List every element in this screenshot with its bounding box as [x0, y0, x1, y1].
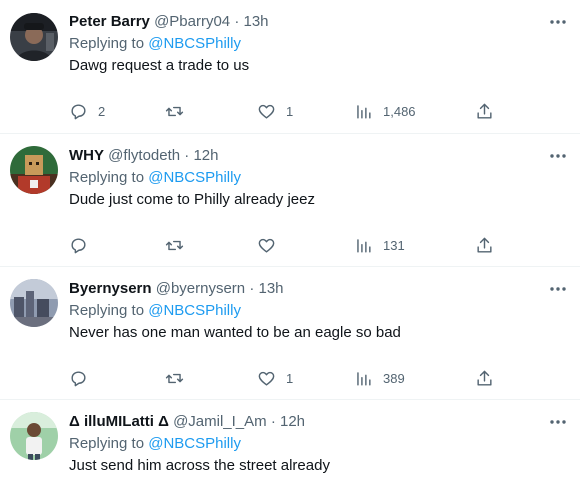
mention-link[interactable]: @NBCSPhilly	[148, 435, 241, 452]
avatar[interactable]	[10, 279, 58, 327]
replying-to-line: Replying to @NBCSPhilly	[69, 34, 241, 54]
user-handle[interactable]: @flytodeth	[108, 147, 180, 164]
mention-link[interactable]: @NBCSPhilly	[148, 35, 241, 52]
tweet-actions: 1 389	[69, 367, 499, 389]
separator-dot: ·	[184, 147, 190, 164]
like-button[interactable]: 1	[257, 367, 293, 389]
timestamp[interactable]: 13h	[259, 280, 284, 297]
reply-tweet[interactable]: WHY @flytodeth · 12h Replying to @NBCSPh…	[0, 134, 580, 267]
retweet-button[interactable]	[165, 234, 194, 256]
tweet-text: Just send him across the street already	[69, 457, 330, 474]
replying-to-label: Replying to	[69, 302, 145, 319]
reply-tweet[interactable]: Peter Barry @Pbarry04 · 13h Replying to …	[0, 0, 580, 134]
like-count: 1	[286, 103, 294, 119]
reply-button[interactable]: 2	[69, 100, 105, 122]
heart-icon	[258, 104, 275, 119]
views-count: 389	[383, 370, 405, 386]
tweet-actions: 2 1 1,486	[69, 100, 499, 122]
retweet-icon	[165, 373, 184, 383]
reply-icon	[71, 370, 86, 386]
timestamp[interactable]: 13h	[244, 13, 269, 30]
reply-button[interactable]	[69, 234, 98, 256]
views-button[interactable]: 389	[354, 367, 405, 389]
tweet-text: Dawg request a trade to us	[69, 57, 250, 74]
tweet-text: Never has one man wanted to be an eagle …	[69, 324, 401, 341]
share-icon	[477, 237, 492, 253]
mention-link[interactable]: @NBCSPhilly	[148, 302, 241, 319]
replying-to-line: Replying to @NBCSPhilly	[69, 301, 241, 321]
mention-link[interactable]: @NBCSPhilly	[148, 169, 241, 186]
avatar[interactable]	[10, 412, 58, 460]
display-name[interactable]: WHY	[69, 147, 104, 164]
tweet-actions: 131	[69, 234, 499, 256]
reply-button[interactable]	[69, 367, 98, 389]
views-button[interactable]: 131	[354, 234, 405, 256]
share-button[interactable]	[475, 100, 494, 122]
more-icon[interactable]	[548, 414, 568, 430]
reply-icon	[71, 237, 86, 253]
like-button[interactable]: 1	[257, 100, 293, 122]
timestamp[interactable]: 12h	[193, 147, 218, 164]
views-icon	[357, 371, 371, 386]
user-handle[interactable]: @Pbarry04	[154, 13, 230, 30]
avatar[interactable]	[10, 13, 58, 61]
views-icon	[357, 104, 371, 119]
reply-icon	[71, 103, 86, 119]
replying-to-line: Replying to @NBCSPhilly	[69, 168, 241, 188]
share-icon	[477, 103, 492, 119]
retweet-icon	[165, 106, 184, 116]
display-name[interactable]: Δ illuMILatti Δ	[69, 413, 169, 430]
user-handle[interactable]: @byernysern	[156, 280, 245, 297]
more-icon[interactable]	[548, 148, 568, 164]
more-icon[interactable]	[548, 14, 568, 30]
retweet-button[interactable]	[165, 100, 194, 122]
replying-to-line: Replying to @NBCSPhilly	[69, 434, 241, 454]
user-handle[interactable]: @Jamil_I_Am	[173, 413, 267, 430]
share-icon	[477, 370, 492, 386]
views-button[interactable]: 1,486	[354, 100, 416, 122]
tweet-header: WHY @flytodeth · 12h	[69, 146, 218, 166]
display-name[interactable]: Byernysern	[69, 280, 152, 297]
share-button[interactable]	[475, 234, 494, 256]
views-icon	[357, 238, 371, 253]
reply-tweet[interactable]: Byernysern @byernysern · 13h Replying to…	[0, 267, 580, 400]
tweet-header: Δ illuMILatti Δ @Jamil_I_Am · 12h	[69, 412, 305, 432]
reply-count: 2	[98, 103, 106, 119]
share-button[interactable]	[475, 367, 494, 389]
separator-dot: ·	[234, 13, 240, 30]
separator-dot: ·	[249, 280, 255, 297]
retweet-icon	[165, 240, 184, 250]
reply-feed: Peter Barry @Pbarry04 · 13h Replying to …	[0, 0, 580, 495]
heart-icon	[258, 371, 275, 386]
separator-dot: ·	[270, 413, 276, 430]
replying-to-label: Replying to	[69, 35, 145, 52]
retweet-button[interactable]	[165, 367, 194, 389]
avatar[interactable]	[10, 146, 58, 194]
replying-to-label: Replying to	[69, 169, 145, 186]
like-count: 1	[286, 370, 294, 386]
replying-to-label: Replying to	[69, 435, 145, 452]
reply-tweet[interactable]: Δ illuMILatti Δ @Jamil_I_Am · 12h Replyi…	[0, 400, 580, 495]
tweet-header: Peter Barry @Pbarry04 · 13h	[69, 12, 269, 32]
like-button[interactable]	[257, 234, 286, 256]
timestamp[interactable]: 12h	[280, 413, 305, 430]
views-count: 131	[383, 237, 405, 253]
more-icon[interactable]	[548, 281, 568, 297]
views-count: 1,486	[383, 103, 416, 119]
display-name[interactable]: Peter Barry	[69, 13, 150, 30]
heart-icon	[258, 238, 275, 253]
tweet-text: Dude just come to Philly already jeez	[69, 191, 315, 208]
tweet-header: Byernysern @byernysern · 13h	[69, 279, 284, 299]
